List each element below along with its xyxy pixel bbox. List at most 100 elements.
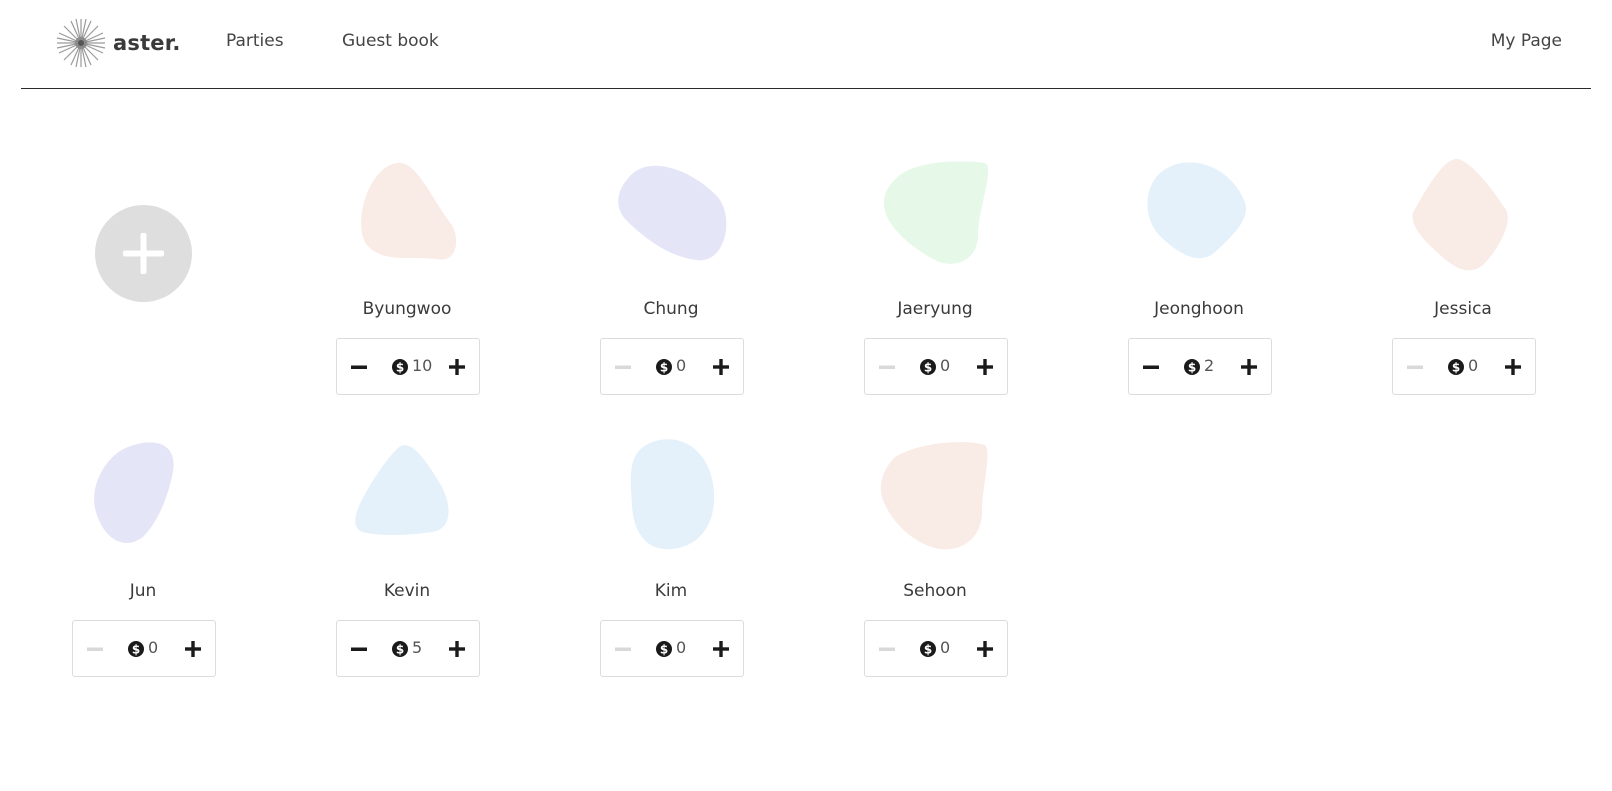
decrement-button[interactable] (339, 621, 379, 676)
decrement-button[interactable] (339, 339, 379, 394)
plus-icon (1241, 359, 1257, 375)
guest-avatar-blob[interactable] (78, 437, 208, 561)
plus-icon (449, 641, 465, 657)
increment-button[interactable] (1229, 339, 1269, 394)
guest-card: Kevin $ 5 (327, 437, 487, 677)
decrement-button[interactable] (1395, 339, 1435, 394)
minus-icon (615, 647, 631, 651)
increment-button[interactable] (437, 339, 477, 394)
plus-icon (185, 641, 201, 657)
svg-text:$: $ (132, 642, 140, 656)
plus-icon (977, 641, 993, 657)
guest-name: Kim (654, 581, 688, 601)
svg-text:$: $ (396, 642, 404, 656)
guest-card: Jun $ 0 (63, 437, 223, 677)
minus-icon (351, 647, 367, 651)
decrement-button[interactable] (603, 339, 643, 394)
dollar-coin-icon: $ (656, 641, 672, 657)
minus-icon (615, 365, 631, 369)
dollar-coin-icon: $ (1448, 359, 1464, 375)
guest-count-stepper: $ 10 (336, 338, 480, 395)
decrement-button[interactable] (1131, 339, 1171, 394)
guest-avatar-blob[interactable] (870, 437, 1000, 561)
minus-icon (351, 365, 367, 369)
increment-button[interactable] (965, 339, 1005, 394)
add-guest-button[interactable] (95, 205, 192, 302)
guest-avatar-blob[interactable] (870, 155, 1000, 279)
guest-card: Byungwoo $ 10 (327, 155, 487, 395)
guest-name: Jeonghoon (1154, 299, 1244, 319)
guest-card: Sehoon $ 0 (855, 437, 1015, 677)
guest-count-value: 0 (148, 638, 159, 657)
svg-text:$: $ (924, 642, 932, 656)
svg-text:$: $ (924, 360, 932, 374)
guest-count-stepper: $ 0 (72, 620, 216, 677)
guest-count-value: 0 (940, 356, 951, 375)
increment-button[interactable] (701, 621, 741, 676)
decrement-button[interactable] (867, 621, 907, 676)
plus-icon (977, 359, 993, 375)
guest-count-stepper: $ 5 (336, 620, 480, 677)
guest-grid: Byungwoo $ 10 Chung $ 0 Jaeryung $ 0 Jeo… (0, 0, 1612, 791)
svg-text:$: $ (1188, 360, 1196, 374)
guest-count-stepper: $ 0 (864, 338, 1008, 395)
guest-count-value: 10 (412, 356, 433, 375)
svg-text:$: $ (660, 642, 668, 656)
decrement-button[interactable] (75, 621, 115, 676)
dollar-coin-icon: $ (1184, 359, 1200, 375)
dollar-coin-icon: $ (392, 641, 408, 657)
dollar-coin-icon: $ (920, 359, 936, 375)
dollar-coin-icon: $ (128, 641, 144, 657)
guest-count-stepper: $ 0 (600, 620, 744, 677)
minus-icon (87, 647, 103, 651)
guest-name: Chung (643, 299, 699, 319)
guest-count-stepper: $ 0 (600, 338, 744, 395)
plus-icon (449, 359, 465, 375)
guest-card: Jaeryung $ 0 (855, 155, 1015, 395)
decrement-button[interactable] (867, 339, 907, 394)
guest-card: Jessica $ 0 (1383, 155, 1543, 395)
guest-count-stepper: $ 2 (1128, 338, 1272, 395)
minus-icon (1143, 365, 1159, 369)
increment-button[interactable] (965, 621, 1005, 676)
guest-card: Jeonghoon $ 2 (1119, 155, 1279, 395)
guest-avatar-blob[interactable] (1398, 155, 1528, 279)
increment-button[interactable] (1493, 339, 1533, 394)
guest-count-stepper: $ 0 (864, 620, 1008, 677)
decrement-button[interactable] (603, 621, 643, 676)
guest-count-value: 0 (940, 638, 951, 657)
dollar-coin-icon: $ (392, 359, 408, 375)
minus-icon (879, 365, 895, 369)
minus-icon (1407, 365, 1423, 369)
increment-button[interactable] (437, 621, 477, 676)
guest-name: Kevin (383, 581, 431, 601)
increment-button[interactable] (701, 339, 741, 394)
guest-count-value: 0 (676, 638, 687, 657)
guest-name: Byungwoo (362, 299, 452, 319)
dollar-coin-icon: $ (920, 641, 936, 657)
guest-name: Jaeryung (897, 299, 973, 319)
guest-count-stepper: $ 0 (1392, 338, 1536, 395)
guest-count-value: 0 (676, 356, 687, 375)
guest-avatar-blob[interactable] (606, 437, 736, 561)
guest-avatar-blob[interactable] (606, 155, 736, 279)
guest-card: Kim $ 0 (591, 437, 751, 677)
guest-avatar-blob[interactable] (342, 155, 472, 279)
svg-text:$: $ (1452, 360, 1460, 374)
guest-card: Chung $ 0 (591, 155, 751, 395)
plus-icon (123, 233, 164, 274)
guest-name: Jessica (1434, 299, 1492, 319)
minus-icon (879, 647, 895, 651)
guest-count-value: 0 (1468, 356, 1479, 375)
guest-count-value: 2 (1204, 356, 1215, 375)
guest-avatar-blob[interactable] (1134, 155, 1264, 279)
dollar-coin-icon: $ (656, 359, 672, 375)
svg-text:$: $ (396, 360, 404, 374)
guest-name: Jun (129, 581, 157, 601)
increment-button[interactable] (173, 621, 213, 676)
guest-name: Sehoon (903, 581, 967, 601)
guest-avatar-blob[interactable] (342, 437, 472, 561)
svg-text:$: $ (660, 360, 668, 374)
plus-icon (713, 359, 729, 375)
plus-icon (1505, 359, 1521, 375)
